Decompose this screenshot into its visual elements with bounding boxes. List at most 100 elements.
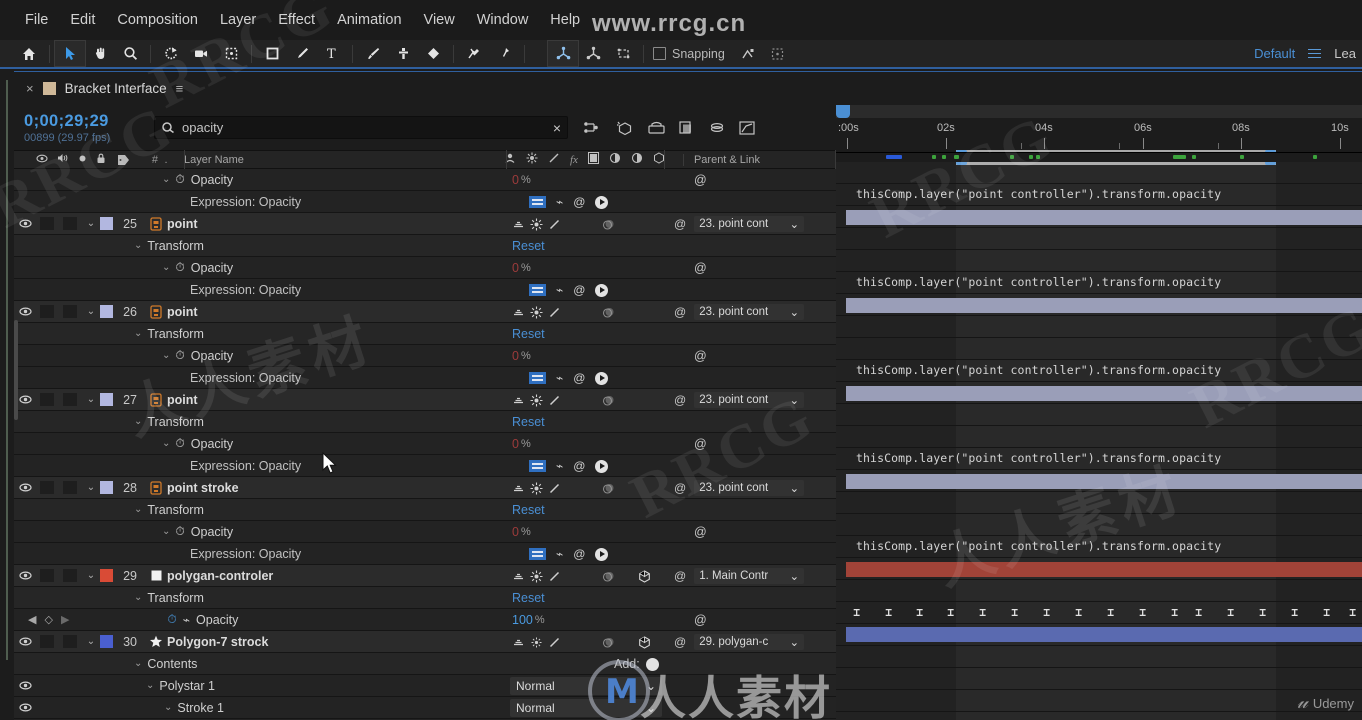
expression-switches[interactable]: ⌁ @ [529,367,609,389]
layer-name[interactable]: point [167,305,198,319]
twirl-icon[interactable]: ⌄ [134,658,142,669]
panel-menu-icon[interactable]: ≡ [176,81,184,96]
snap-bounds-icon[interactable] [763,41,793,66]
stopwatch-icon[interactable]: ⏱ [175,348,184,363]
layer-row[interactable]: ⌄ 29 polygan-controler @ 1. Main Contr ⌄ [14,565,836,587]
parent-select[interactable]: 23. point cont ⌄ [694,304,805,320]
threed-switch[interactable] [635,635,653,649]
layer-outline-rows[interactable]: ⌄ ⏱ Opacity 0% @ Expression: Opacity ⌁ @ [14,169,836,720]
collapse-switch[interactable] [527,636,545,649]
parent-select[interactable]: 23. point cont ⌄ [694,480,805,496]
expression-graph-icon[interactable]: ⌁ [556,195,563,209]
pickwhip-icon[interactable]: @ [573,547,585,561]
twirl-icon[interactable]: ⌄ [164,702,172,713]
motion-blur-switch[interactable] [599,394,617,407]
collapse-switch[interactable] [527,570,545,583]
expression-row[interactable]: Expression: Opacity ⌁ @ [14,279,836,301]
camera-tool-icon[interactable] [186,41,216,66]
previous-keyframe-icon[interactable]: ◀ [28,613,36,626]
parent-column[interactable]: @ 29. polygan-c ⌄ [674,631,805,653]
quality-switch[interactable] [545,394,563,407]
parent-select[interactable]: 29. polygan-c ⌄ [694,634,805,650]
layer-lock-toggle[interactable] [58,217,82,230]
expression-row[interactable]: Expression: Opacity ⌁ @ [14,191,836,213]
shape-tool-icon[interactable] [257,41,287,66]
group-row-transform[interactable]: ⌄ Transform Reset [14,499,836,521]
twirl-icon[interactable]: ⌄ [162,174,170,185]
layer-row[interactable]: ⌄ 28 point stroke @ 23. point cont ⌄ [14,477,836,499]
parent-pickwhip[interactable]: @ [694,433,707,455]
layer-audio-toggle[interactable] [36,217,58,230]
layer-lock-toggle[interactable] [58,305,82,318]
expression-enable-icon[interactable] [529,460,546,472]
expression-row[interactable]: Expression: Opacity ⌁ @ [14,455,836,477]
expression-enable-icon[interactable] [529,284,546,296]
puppet-pin-tool-icon[interactable] [489,41,519,66]
timeline-graph[interactable]: :00s 02s 04s 06s 08s 10s thisComp.layer(… [836,105,1362,720]
property-row-opacity[interactable]: ⌄ ⏱ Opacity 0% @ [14,257,836,279]
parent-column[interactable]: @ 1. Main Contr ⌄ [674,565,805,587]
layer-lock-toggle[interactable] [58,569,82,582]
workspace-menu-icon[interactable] [1308,46,1322,60]
shape-row-polystar[interactable]: ⌄ Polystar 1 Normal ⌄ [14,675,836,697]
layer-twirl-icon[interactable]: ⌄ [82,636,100,647]
layer-name[interactable]: point [167,217,198,231]
shy-switch[interactable] [509,218,527,230]
draft-3d-icon[interactable] [615,120,635,136]
layer-twirl-icon[interactable]: ⌄ [82,482,100,493]
snapping-toggle[interactable]: Snapping [653,47,725,61]
layer-twirl-icon[interactable]: ⌄ [82,570,100,581]
parent-select[interactable]: 23. point cont ⌄ [694,392,805,408]
clone-stamp-tool-icon[interactable] [388,41,418,66]
world-axis-mode-icon[interactable] [578,41,608,66]
collapse-switch[interactable] [527,482,545,495]
group-row-contents[interactable]: ⌄ Contents Add: [14,653,836,675]
layer-label-color[interactable] [100,305,113,318]
parent-pickwhip[interactable]: @ [694,521,707,543]
property-value[interactable]: 0% [512,169,531,191]
layer-audio-toggle[interactable] [36,481,58,494]
comp-mini-flowchart-icon[interactable] [583,120,603,135]
shape-row-stroke[interactable]: ⌄ Stroke 1 Normal ⌄ [14,697,836,719]
motion-blur-switch[interactable] [599,306,617,319]
motion-blur-switch[interactable] [599,482,617,495]
threed-switch[interactable] [635,569,653,583]
snapping-checkbox[interactable] [653,47,666,60]
layer-name[interactable]: Polygon-7 strock [167,635,268,649]
motion-blur-switch[interactable] [599,570,617,583]
collapse-switch[interactable] [527,306,545,319]
twirl-icon[interactable]: ⌄ [134,592,142,603]
search-input[interactable]: opacity × [154,116,568,139]
layer-name[interactable]: polygan-controler [167,569,273,583]
quality-switch[interactable] [545,482,563,495]
expression-enable-icon[interactable] [529,372,546,384]
expression-row[interactable]: Expression: Opacity ⌁ @ [14,543,836,565]
property-value[interactable]: 100% [512,609,545,631]
layer-visibility-icon[interactable] [14,483,36,492]
reset-link[interactable]: Reset [512,499,545,521]
layer-twirl-icon[interactable]: ⌄ [82,306,100,317]
pan-behind-tool-icon[interactable] [216,41,246,66]
parent-column[interactable]: @ 23. point cont ⌄ [674,213,805,235]
layer-audio-toggle[interactable] [36,635,58,648]
current-timecode[interactable]: 0;00;29;29 00899 (29.97 fps) [14,112,154,144]
layer-visibility-icon[interactable] [14,637,36,646]
selection-tool-icon[interactable] [54,40,86,67]
motion-blur-switch[interactable] [599,636,617,649]
graph-body[interactable]: thisComp.layer("point controller").trans… [836,162,1362,720]
expression-switches[interactable]: ⌁ @ [529,279,609,301]
twirl-icon[interactable]: ⌄ [162,526,170,537]
time-ruler[interactable]: :00s 02s 04s 06s 08s 10s [836,118,1362,165]
group-row-transform[interactable]: ⌄ Transform Reset [14,587,836,609]
twirl-icon[interactable]: ⌄ [146,680,154,691]
graph-editor-toggle-icon[interactable]: ⌁ [183,613,190,627]
layer-row[interactable]: ⌄ 25 point @ 23. point cont ⌄ [14,213,836,235]
workspace-learn[interactable]: Lea [1334,46,1356,61]
parent-column[interactable]: @ 23. point cont ⌄ [674,477,805,499]
layer-switches[interactable] [509,213,653,235]
keyframe-track[interactable]: ⌶ ⌶ ⌶ ⌶ ⌶ ⌶ ⌶ ⌶ ⌶ ⌶ ⌶ ⌶ ⌶ ⌶ ⌶ ⌶ ⌶ [836,602,1362,624]
timecode-value[interactable]: 0;00;29;29 [24,112,154,131]
twirl-icon[interactable]: ⌄ [162,262,170,273]
parent-pickwhip[interactable]: @ [694,345,707,367]
stopwatch-icon[interactable]: ⏱ [167,612,176,627]
